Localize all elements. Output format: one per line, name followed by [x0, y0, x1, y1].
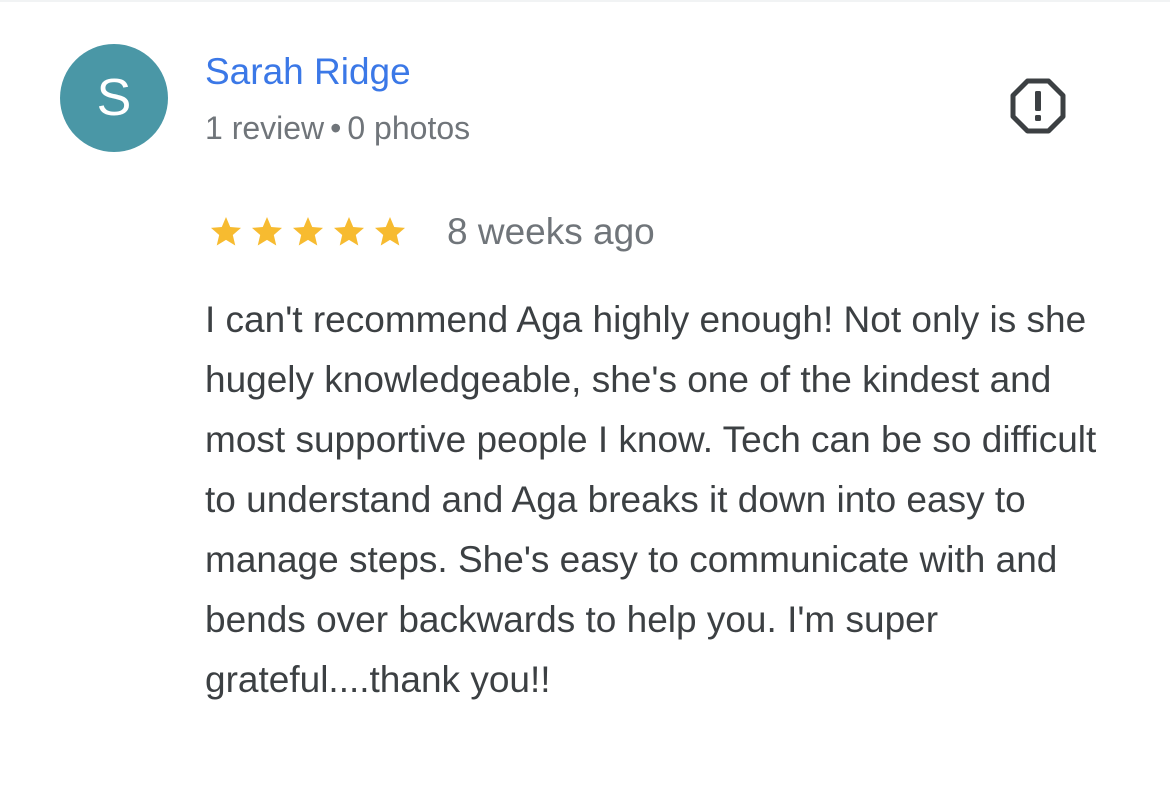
- photo-count: 0 photos: [347, 110, 471, 146]
- meta-separator: •: [330, 110, 342, 146]
- author-name-link[interactable]: Sarah Ridge: [205, 50, 411, 94]
- author-meta: 1 review • 0 photos: [205, 108, 470, 148]
- review-count: 1 review: [205, 110, 325, 146]
- star-icon: [369, 210, 410, 254]
- top-divider: [0, 0, 1170, 2]
- star-icon: [287, 210, 328, 254]
- review-date: 8 weeks ago: [447, 211, 655, 252]
- star-icon: [246, 210, 287, 254]
- star-icon: [205, 210, 246, 254]
- star-rating: [205, 210, 410, 254]
- report-review-button[interactable]: [1006, 74, 1070, 138]
- avatar[interactable]: S: [60, 44, 168, 152]
- report-flag-icon: [1010, 78, 1066, 134]
- star-icon: [328, 210, 369, 254]
- review-text: I can't recommend Aga highly enough! Not…: [205, 299, 1097, 700]
- rating-row: 8 weeks ago: [205, 210, 655, 254]
